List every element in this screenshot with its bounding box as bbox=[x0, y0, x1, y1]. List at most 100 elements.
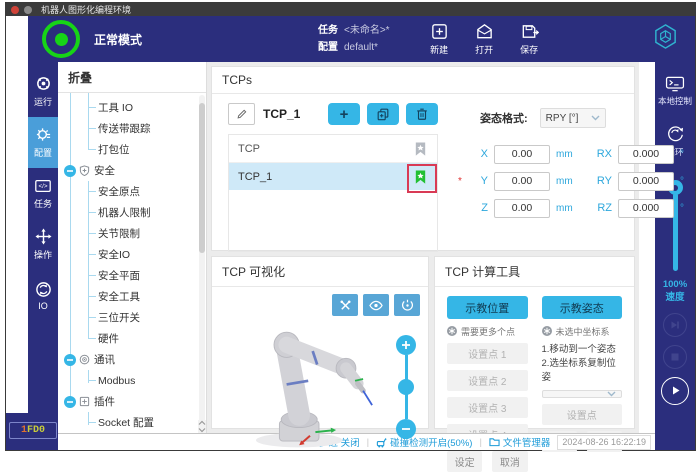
nav-item-run[interactable]: 运行 bbox=[28, 66, 58, 117]
teach-posture-button[interactable]: 示教姿态 bbox=[542, 296, 623, 319]
coordinate-system-select[interactable] bbox=[542, 390, 623, 398]
zoom-slider-track[interactable] bbox=[405, 393, 408, 419]
tree-item-conveyor[interactable]: 传送带跟踪 bbox=[58, 118, 206, 139]
position-cancel-button[interactable]: 取消 bbox=[492, 451, 527, 472]
delete-tcp-button[interactable] bbox=[406, 103, 438, 125]
stop-button[interactable] bbox=[663, 345, 687, 369]
calc-panel-title: TCP 计算工具 bbox=[435, 257, 634, 287]
operate-icon bbox=[35, 228, 52, 245]
chevron-up-icon[interactable] bbox=[198, 420, 206, 426]
tree-item-safety[interactable]: 安全 bbox=[58, 160, 206, 181]
y-input[interactable] bbox=[494, 172, 550, 191]
rx-label: RX bbox=[594, 148, 612, 160]
tree-item-joint-limits[interactable]: 关节限制 bbox=[58, 223, 206, 244]
rz-input[interactable] bbox=[618, 199, 674, 218]
tcp-pose-form: 姿态格式: RPY [°] Xmm *Ymm bbox=[440, 94, 634, 250]
window-close-icon[interactable] bbox=[11, 6, 19, 14]
left-nav: 运行 配置 </> 任务 操作 IO bbox=[28, 62, 58, 450]
task-icon: </> bbox=[34, 178, 52, 194]
play-button[interactable] bbox=[661, 377, 689, 405]
config-value: default* bbox=[344, 42, 378, 53]
save-task-button[interactable]: 保存 bbox=[520, 22, 539, 56]
copy-tcp-button[interactable] bbox=[367, 103, 399, 125]
collapse-minus-icon[interactable] bbox=[64, 354, 76, 366]
tree-item-robot-limits[interactable]: 机器人限制 bbox=[58, 202, 206, 223]
set-point-2-button[interactable]: 设置点 2 bbox=[447, 370, 528, 391]
tree-item-tool-io[interactable]: 工具 IO bbox=[58, 97, 206, 118]
tree-item-three-pos-switch[interactable]: 三位开关 bbox=[58, 307, 206, 328]
mode-label: 正常模式 bbox=[94, 31, 142, 48]
tree-item-safety-origin[interactable]: 安全原点 bbox=[58, 181, 206, 202]
tcp-calc-panel: TCP 计算工具 示教位置 需要更多个点 设置点 1 设置点 2 bbox=[434, 256, 635, 429]
open-icon bbox=[475, 22, 494, 41]
nav-item-operate[interactable]: 操作 bbox=[28, 219, 58, 270]
teach-position-column: 示教位置 需要更多个点 设置点 1 设置点 2 设置点 3 设置点 4 bbox=[447, 296, 528, 420]
stop-icon bbox=[671, 353, 679, 361]
app-window: 机器人图形化编程环境 正常模式 任务<未命名>* 配置default* 新建 打… bbox=[5, 2, 696, 451]
rename-tcp-button[interactable] bbox=[228, 103, 255, 125]
task-label: 任务 bbox=[318, 25, 338, 36]
open-task-button[interactable]: 打开 bbox=[475, 22, 494, 56]
tree-item-modbus[interactable]: Modbus bbox=[58, 370, 206, 391]
tree-item-hardware[interactable]: 硬件 bbox=[58, 328, 206, 349]
tcps-panel-title: TCPs bbox=[212, 67, 634, 94]
teach-posture-hint: 未选中坐标系 bbox=[542, 325, 623, 337]
collapse-minus-icon[interactable] bbox=[64, 396, 76, 408]
new-task-button[interactable]: 新建 bbox=[430, 22, 449, 56]
set-point-3-button[interactable]: 设置点 3 bbox=[447, 397, 528, 418]
ry-input[interactable] bbox=[618, 172, 674, 191]
tree-item-safety-plane[interactable]: 安全平面 bbox=[58, 265, 206, 286]
tree-collapse-button[interactable]: 折叠 bbox=[58, 62, 206, 93]
tcp-table-row[interactable]: TCP_1 bbox=[229, 163, 437, 190]
zoom-out-button[interactable] bbox=[396, 419, 416, 439]
file-manager-button[interactable]: 文件管理器 bbox=[489, 435, 551, 449]
zoom-slider-track[interactable] bbox=[405, 355, 408, 381]
z-input[interactable] bbox=[494, 199, 550, 218]
viz-panel-title: TCP 可视化 bbox=[212, 257, 428, 287]
collapse-minus-icon[interactable] bbox=[64, 165, 76, 177]
set-posture-point-button[interactable]: 设置点 bbox=[542, 404, 623, 425]
tcp-visualization-panel: TCP 可视化 bbox=[211, 256, 429, 429]
right-sidebar: 本地控制 循环 100% 速度 bbox=[655, 62, 695, 450]
tree-item-packing[interactable]: 打包位 bbox=[58, 139, 206, 160]
loop-icon bbox=[665, 123, 685, 143]
nav-item-config[interactable]: 配置 bbox=[28, 117, 58, 168]
mode-indicator: 正常模式 bbox=[28, 20, 318, 58]
x-input[interactable] bbox=[494, 145, 550, 164]
nav-item-io[interactable]: IO bbox=[28, 270, 58, 321]
window-minimize-icon[interactable] bbox=[24, 6, 32, 14]
tree-item-safety-io[interactable]: 安全IO bbox=[58, 244, 206, 265]
speed-indicator: 100% 速度 bbox=[663, 279, 687, 305]
step-forward-button[interactable] bbox=[663, 313, 687, 337]
chevron-down-icon bbox=[591, 115, 600, 121]
tree-item-socket-config[interactable]: Socket 配置 bbox=[58, 412, 206, 433]
task-info: 任务<未命名>* 配置default* bbox=[318, 22, 390, 56]
zoom-in-button[interactable] bbox=[396, 335, 416, 355]
pose-format-select[interactable]: RPY [°] bbox=[540, 108, 606, 128]
teach-position-hint: 需要更多个点 bbox=[447, 325, 528, 337]
left-gutter: 1FD0 bbox=[6, 62, 28, 450]
rx-input[interactable] bbox=[618, 145, 674, 164]
set-point-1-button[interactable]: 设置点 1 bbox=[447, 343, 528, 364]
teach-posture-column: 示教姿态 未选中坐标系 1.移动到一个姿态 2.选坐标系复制位姿 bbox=[542, 296, 623, 420]
shield-icon bbox=[79, 165, 90, 176]
tree-scrollbar[interactable] bbox=[199, 95, 205, 431]
teach-position-button[interactable]: 示教位置 bbox=[447, 296, 528, 319]
info-asterisk-icon bbox=[542, 326, 552, 336]
chevron-down-icon[interactable] bbox=[198, 427, 206, 433]
header: 正常模式 任务<未命名>* 配置default* 新建 打开 保存 bbox=[28, 16, 695, 62]
y-label: Y bbox=[470, 175, 488, 187]
robot-3d-view[interactable] bbox=[212, 287, 428, 428]
add-tcp-button[interactable]: + bbox=[328, 103, 360, 125]
local-control-button[interactable]: 本地控制 bbox=[658, 76, 692, 107]
tree-item-communication[interactable]: 通讯 bbox=[58, 349, 206, 370]
tree-item-safety-tool[interactable]: 安全工具 bbox=[58, 286, 206, 307]
tree-item-plugin[interactable]: 插件 bbox=[58, 391, 206, 412]
pencil-icon bbox=[236, 108, 248, 120]
play-icon bbox=[670, 385, 681, 396]
tcp-table: TCP TCP_1 bbox=[228, 134, 438, 252]
chevron-down-icon bbox=[607, 391, 616, 397]
nav-item-task[interactable]: </> 任务 bbox=[28, 168, 58, 219]
position-confirm-button[interactable]: 设定 bbox=[447, 451, 482, 472]
tree-scroll-arrows[interactable] bbox=[198, 420, 206, 433]
